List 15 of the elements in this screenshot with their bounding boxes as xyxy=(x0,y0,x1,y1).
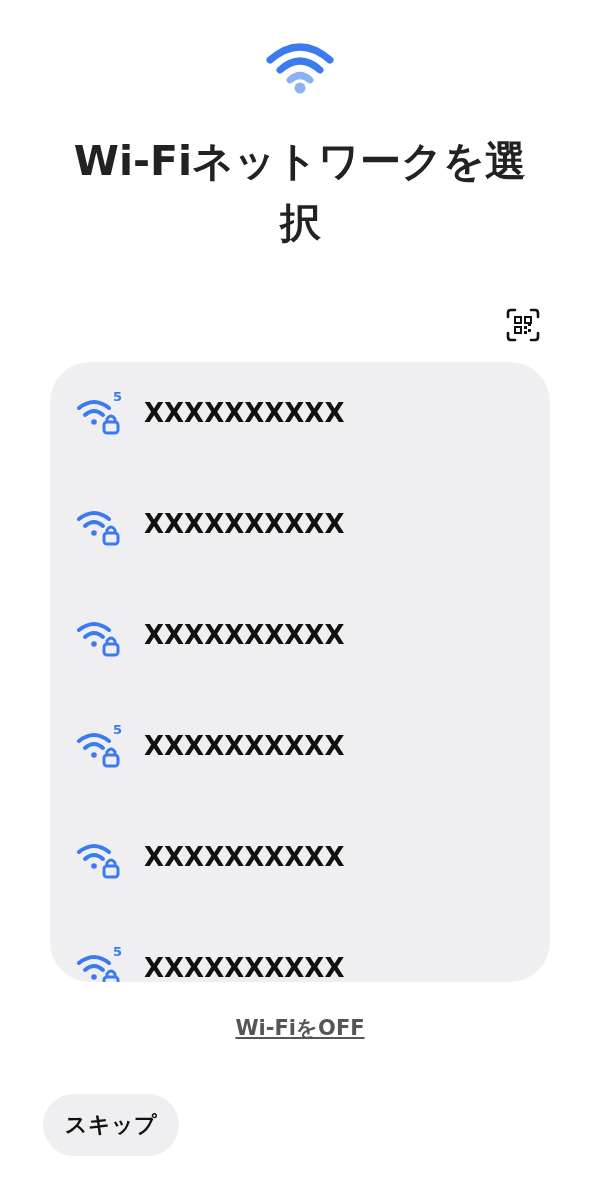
skip-button[interactable]: スキップ xyxy=(43,1094,179,1156)
network-name: XXXXXXXXXX xyxy=(144,841,345,874)
wifi-off-link[interactable]: Wi-FiをOFF xyxy=(235,1016,365,1040)
wifi-icon xyxy=(265,40,335,94)
page-title: Wi-Fiネットワークを選択 xyxy=(72,136,528,249)
band-label: 5 xyxy=(112,944,122,959)
network-name: XXXXXXXXXX xyxy=(144,952,345,982)
band-label: 5 xyxy=(112,722,122,737)
network-name: XXXXXXXXXX xyxy=(144,508,345,541)
network-name: XXXXXXXXXX xyxy=(144,397,345,430)
qr-scan-icon[interactable] xyxy=(506,308,540,342)
network-item[interactable]: XXXXXXXXXX xyxy=(50,506,550,617)
network-name: XXXXXXXXXX xyxy=(144,619,345,652)
network-name: XXXXXXXXXX xyxy=(144,730,345,763)
band-label: 5 xyxy=(112,389,122,404)
